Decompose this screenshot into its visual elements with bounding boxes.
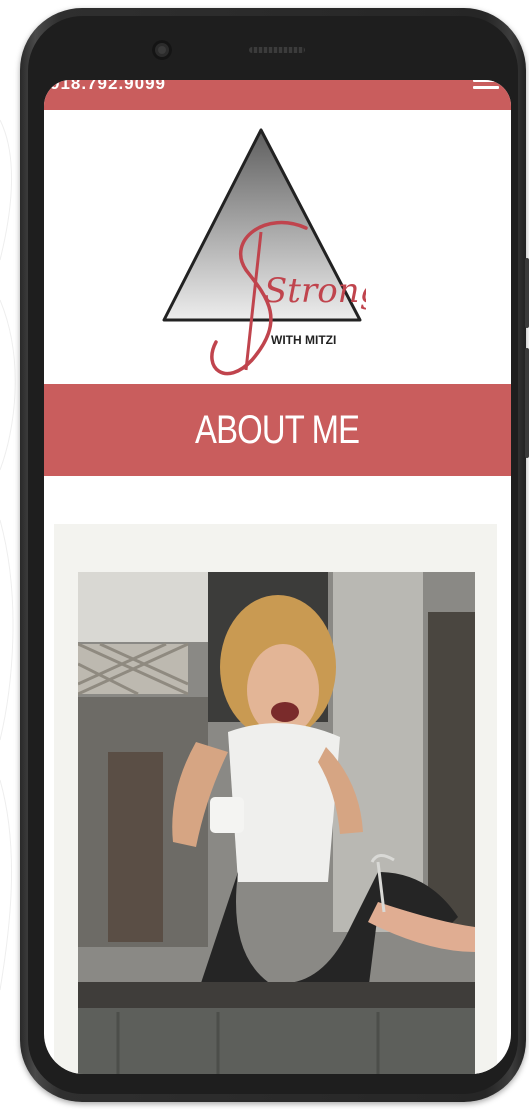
logo-subtitle: WITH MITZI: [271, 333, 336, 347]
strong-with-mitzi-logo[interactable]: Strong WITH MITZI: [156, 120, 366, 380]
about-me-banner: ABOUT ME: [44, 384, 511, 476]
power-button: [525, 348, 529, 458]
top-contact-bar: 918.792.9099: [44, 80, 511, 110]
page-title: ABOUT ME: [195, 407, 360, 452]
profile-photo: [78, 572, 475, 1074]
phone-screen: 918.792.9099 Strong WITH MITZI ABOUT ME: [44, 80, 511, 1074]
profile-card: [54, 524, 497, 1074]
volume-button: [525, 258, 529, 328]
photo-illustration: [78, 572, 475, 1074]
earpiece-speaker: [249, 47, 305, 53]
logo-script-text: Strong: [264, 271, 366, 311]
hamburger-menu-icon[interactable]: [473, 80, 499, 95]
front-camera: [152, 40, 172, 60]
phone-number-link[interactable]: 918.792.9099: [50, 80, 166, 94]
